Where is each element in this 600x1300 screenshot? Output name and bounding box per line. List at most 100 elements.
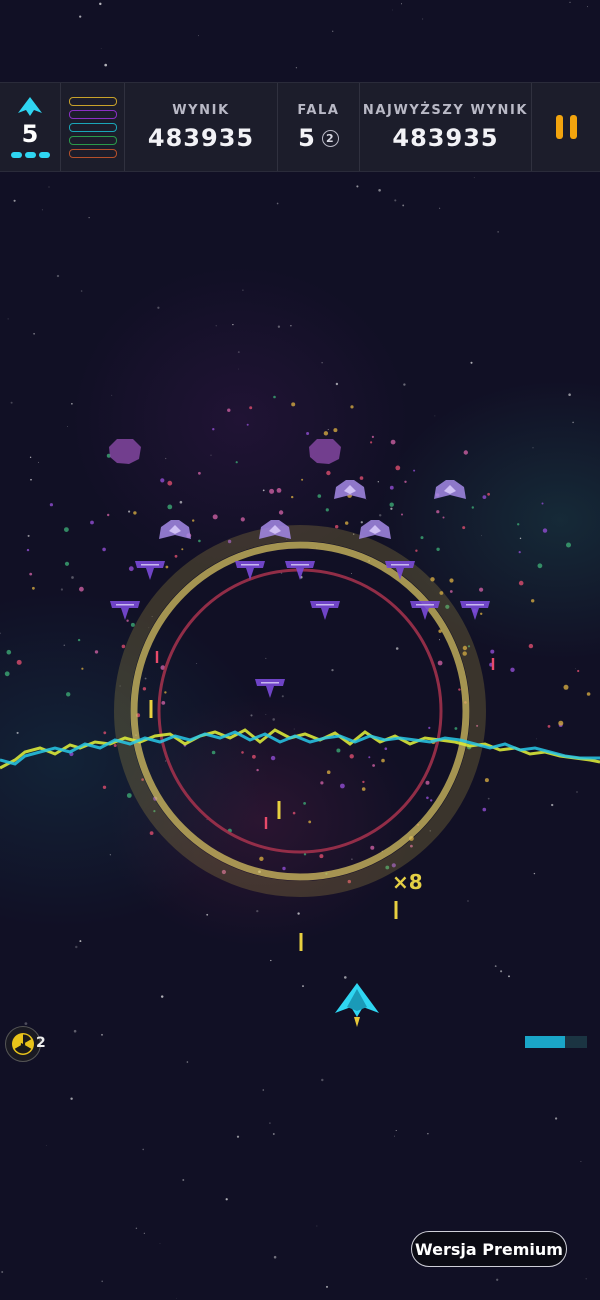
star bbox=[344, 976, 347, 979]
particle bbox=[29, 572, 33, 576]
particle bbox=[389, 502, 394, 507]
enemy-fighter bbox=[310, 601, 340, 620]
particle bbox=[517, 523, 520, 526]
particle bbox=[90, 520, 94, 525]
particle bbox=[77, 638, 81, 642]
star bbox=[198, 35, 199, 37]
star bbox=[508, 975, 510, 978]
particle bbox=[249, 406, 253, 410]
star bbox=[470, 361, 473, 364]
particle bbox=[425, 780, 430, 785]
star bbox=[586, 6, 588, 8]
star bbox=[403, 383, 406, 386]
star bbox=[157, 306, 160, 309]
particle bbox=[518, 580, 524, 586]
star bbox=[262, 1089, 265, 1091]
game-field[interactable] bbox=[0, 0, 600, 1300]
enemy-fighter bbox=[135, 561, 165, 580]
star bbox=[37, 461, 40, 463]
star bbox=[378, 514, 382, 517]
star bbox=[290, 325, 292, 327]
star bbox=[7, 318, 9, 320]
star bbox=[276, 202, 279, 205]
star bbox=[88, 217, 90, 219]
particle bbox=[317, 494, 322, 498]
particle bbox=[482, 807, 487, 812]
star bbox=[238, 368, 239, 370]
particle bbox=[471, 506, 474, 509]
particle bbox=[308, 820, 312, 824]
particle bbox=[192, 519, 195, 522]
star bbox=[281, 695, 284, 698]
star bbox=[13, 199, 16, 202]
star bbox=[439, 207, 441, 209]
star bbox=[0, 632, 1, 635]
particle bbox=[174, 554, 178, 558]
star bbox=[580, 1160, 582, 1163]
particle bbox=[121, 644, 126, 649]
star bbox=[144, 677, 147, 680]
particle bbox=[361, 787, 366, 791]
weapon-level-bar bbox=[68, 122, 117, 132]
particle bbox=[211, 750, 216, 755]
star bbox=[434, 415, 436, 417]
particle bbox=[102, 785, 107, 789]
star bbox=[250, 714, 253, 717]
star bbox=[237, 351, 240, 354]
particle bbox=[426, 796, 429, 800]
star bbox=[79, 940, 82, 943]
star bbox=[206, 913, 209, 916]
particle bbox=[273, 395, 276, 399]
particle bbox=[390, 439, 396, 445]
pause-button[interactable] bbox=[532, 83, 600, 171]
particle bbox=[325, 508, 329, 512]
particle bbox=[333, 428, 338, 433]
star bbox=[176, 1297, 178, 1299]
star bbox=[16, 731, 19, 734]
particle bbox=[350, 405, 354, 409]
particle bbox=[326, 470, 331, 476]
particle bbox=[161, 701, 166, 705]
wave-panel: FALA 52 bbox=[278, 83, 360, 171]
particle bbox=[165, 565, 169, 569]
particle bbox=[240, 517, 245, 522]
star bbox=[427, 1133, 429, 1135]
score-label: WYNIK bbox=[172, 102, 230, 118]
particle bbox=[442, 516, 445, 519]
particle bbox=[566, 542, 571, 548]
star bbox=[225, 1198, 228, 1201]
particle bbox=[437, 660, 443, 666]
particle bbox=[269, 488, 275, 494]
star bbox=[569, 1, 571, 4]
star bbox=[365, 499, 367, 500]
particle bbox=[336, 748, 341, 753]
star bbox=[467, 900, 469, 902]
weapon-levels bbox=[61, 83, 125, 171]
star bbox=[395, 647, 399, 650]
star bbox=[29, 456, 32, 458]
particle bbox=[212, 514, 218, 520]
star bbox=[481, 535, 482, 537]
star bbox=[269, 1122, 271, 1124]
player-ship[interactable] bbox=[335, 983, 379, 1027]
enemy-asteroid bbox=[309, 439, 341, 464]
particle bbox=[167, 504, 173, 510]
starfield bbox=[0, 1, 588, 1299]
star bbox=[295, 67, 298, 69]
premium-button[interactable]: Wersja Premium bbox=[411, 1231, 567, 1267]
star bbox=[487, 797, 490, 800]
wave-value: 5 bbox=[298, 123, 316, 152]
star bbox=[160, 995, 164, 998]
player-bullet bbox=[149, 700, 153, 718]
particle bbox=[149, 831, 154, 835]
particle bbox=[384, 747, 388, 750]
star bbox=[48, 186, 50, 188]
particle bbox=[301, 478, 304, 481]
star bbox=[575, 668, 577, 670]
particle bbox=[510, 667, 515, 672]
particle bbox=[278, 510, 284, 515]
particle bbox=[586, 692, 591, 696]
particle bbox=[458, 688, 461, 691]
lives-panel: 5 bbox=[0, 83, 61, 171]
star bbox=[236, 1135, 240, 1138]
